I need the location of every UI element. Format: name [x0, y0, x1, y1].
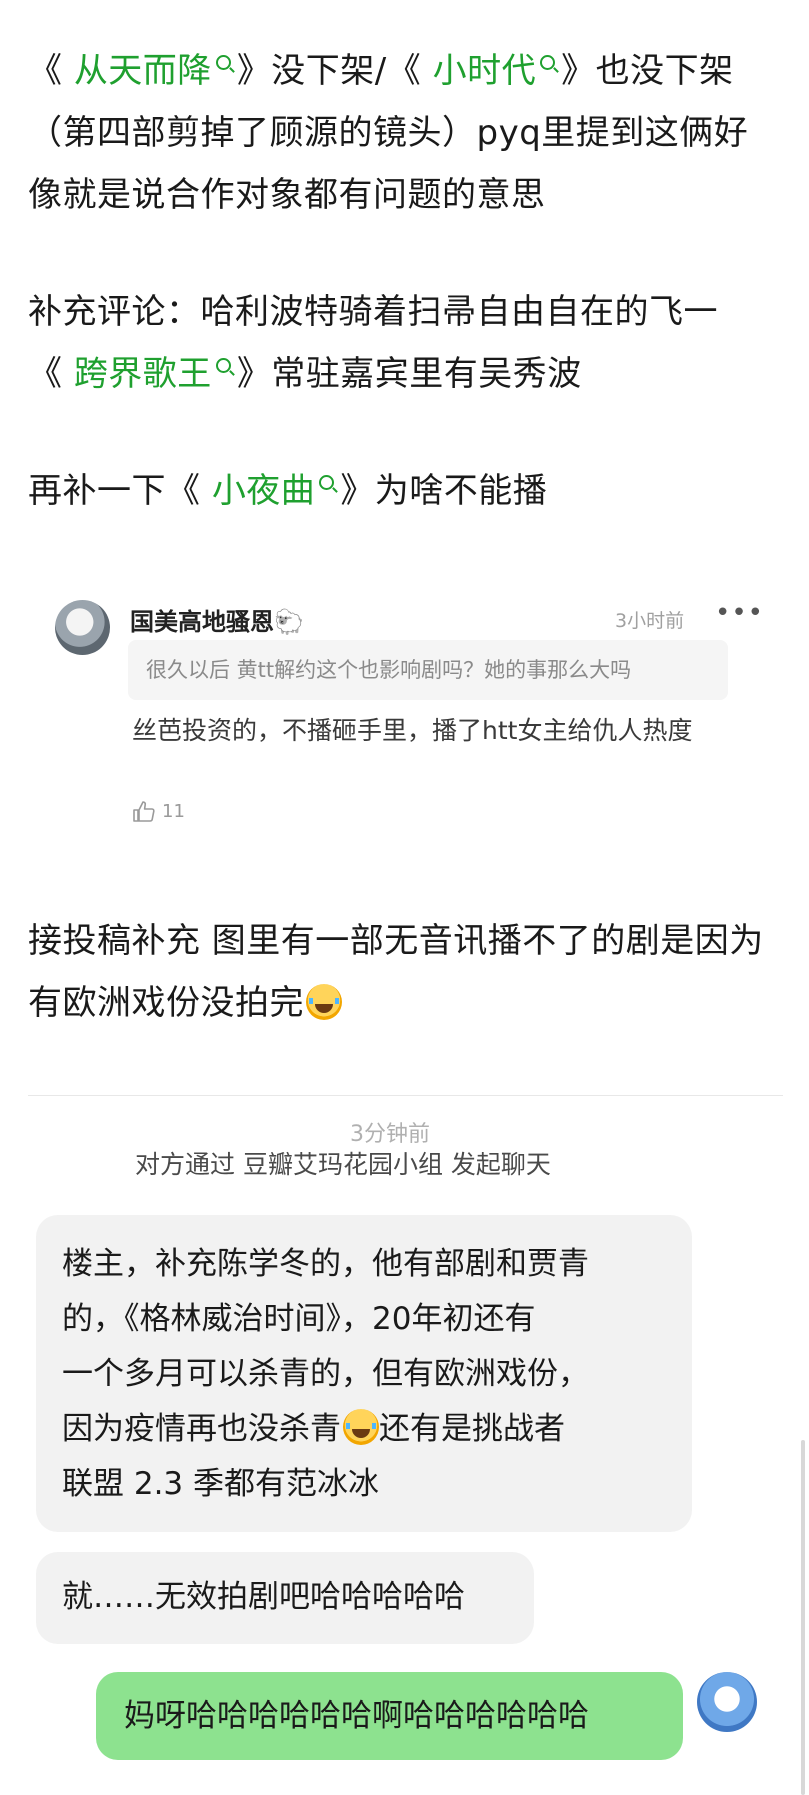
thumbs-up-icon [133, 801, 155, 822]
laughing-tears-emoji-icon [306, 984, 342, 1020]
drama-link-congtianerjiang[interactable]: 从天而降 [74, 51, 212, 91]
like-button[interactable]: 11 [132, 800, 185, 824]
chat-bubble-sent: 妈呀哈哈哈哈哈哈啊哈哈哈哈哈哈 [96, 1672, 683, 1760]
search-icon[interactable] [215, 358, 231, 373]
chat-timestamp: 3分钟前 [350, 1122, 430, 1147]
post-line-5: 《 跨界歌王 》常驻嘉宾里有吴秀波 [28, 343, 788, 405]
scrollbar[interactable] [801, 1440, 805, 1795]
like-count: 11 [162, 801, 185, 822]
more-options-icon[interactable]: ••• [715, 598, 764, 628]
message-line: 的，《格林威治时间》，20年初还有 [62, 1301, 536, 1337]
commenter-avatar[interactable] [55, 600, 110, 655]
post-body-2: 接投稿补充 图里有一部无音讯播不了的剧是因为 有欧洲戏份没拍完 [28, 910, 788, 1034]
chat-system-message: 对方通过 豆瓣艾玛花园小组 发起聊天 [135, 1150, 551, 1179]
text-segment: 》没下架/《 [236, 51, 433, 91]
text-segment: 还有是挑战者 [379, 1411, 565, 1447]
search-icon[interactable] [540, 55, 556, 70]
message-line: 楼主，补充陈学冬的，他有部剧和贾青 [62, 1246, 589, 1282]
post-body: 《 从天而降 》没下架/《 小时代 》也没下架 （第四部剪掉了顾源的镜头）pyq里提… [28, 40, 788, 522]
drama-link-xiaoyequ[interactable]: 小夜曲 [212, 471, 316, 511]
message-line: 因为疫情再也没杀青 还有是挑战者 [62, 1402, 666, 1457]
search-icon[interactable] [319, 475, 335, 490]
bracket-open: 《 [28, 354, 74, 394]
drama-link-xiaoshidai[interactable]: 小时代 [433, 51, 537, 91]
text-segment: 再补一下《 [28, 471, 212, 511]
text-segment: 有欧洲戏份没拍完 [28, 983, 304, 1023]
message-line: 联盟 2.3 季都有范冰冰 [62, 1466, 380, 1502]
message-line: 一个多月可以杀青的，但有欧洲戏份， [62, 1356, 589, 1392]
text-segment: 》常驻嘉宾里有吴秀波 [236, 354, 582, 394]
text-segment: 因为疫情再也没杀青 [62, 1411, 341, 1447]
chat-bubble-received: 楼主，补充陈学冬的，他有部剧和贾青 的，《格林威治时间》，20年初还有 一个多月… [36, 1215, 692, 1532]
post-line-2: （第四部剪掉了顾源的镜头）pyq里提到这俩好 [28, 113, 749, 153]
post-line-3: 像就是说合作对象都有问题的意思 [28, 175, 546, 215]
comment-reply-text: 丝芭投资的，不播砸手里，播了htt女主给仇人热度 [132, 716, 693, 745]
comment-time: 3小时前 [615, 610, 685, 632]
drama-link-kuajiegewang[interactable]: 跨界歌王 [74, 354, 212, 394]
bracket-open: 《 [28, 51, 74, 91]
text-segment: 》也没下架 [561, 51, 734, 91]
post2-line-1: 接投稿补充 图里有一部无音讯播不了的剧是因为 [28, 921, 764, 961]
post-line-1: 《 从天而降 》没下架/《 小时代 》也没下架 [28, 40, 788, 102]
chat-bubble-received: 就……无效拍剧吧哈哈哈哈哈 [36, 1552, 534, 1644]
commenter-name[interactable]: 国美高地骚恩🐑 [130, 602, 304, 637]
post2-line-2: 有欧洲戏份没拍完 [28, 972, 788, 1034]
quoted-comment: 很久以后 黄tt解约这个也影响剧吗？她的事那么大吗 [128, 640, 728, 700]
laughing-tears-emoji-icon [343, 1409, 379, 1445]
divider [28, 1095, 783, 1096]
post-line-4: 补充评论：哈利波特骑着扫帚自由自在的飞一 [28, 292, 718, 332]
post-line-6: 再补一下《 小夜曲 》为啥不能播 [28, 460, 788, 522]
my-avatar[interactable] [697, 1672, 757, 1732]
text-segment: 》为啥不能播 [340, 471, 548, 511]
search-icon[interactable] [215, 55, 231, 70]
